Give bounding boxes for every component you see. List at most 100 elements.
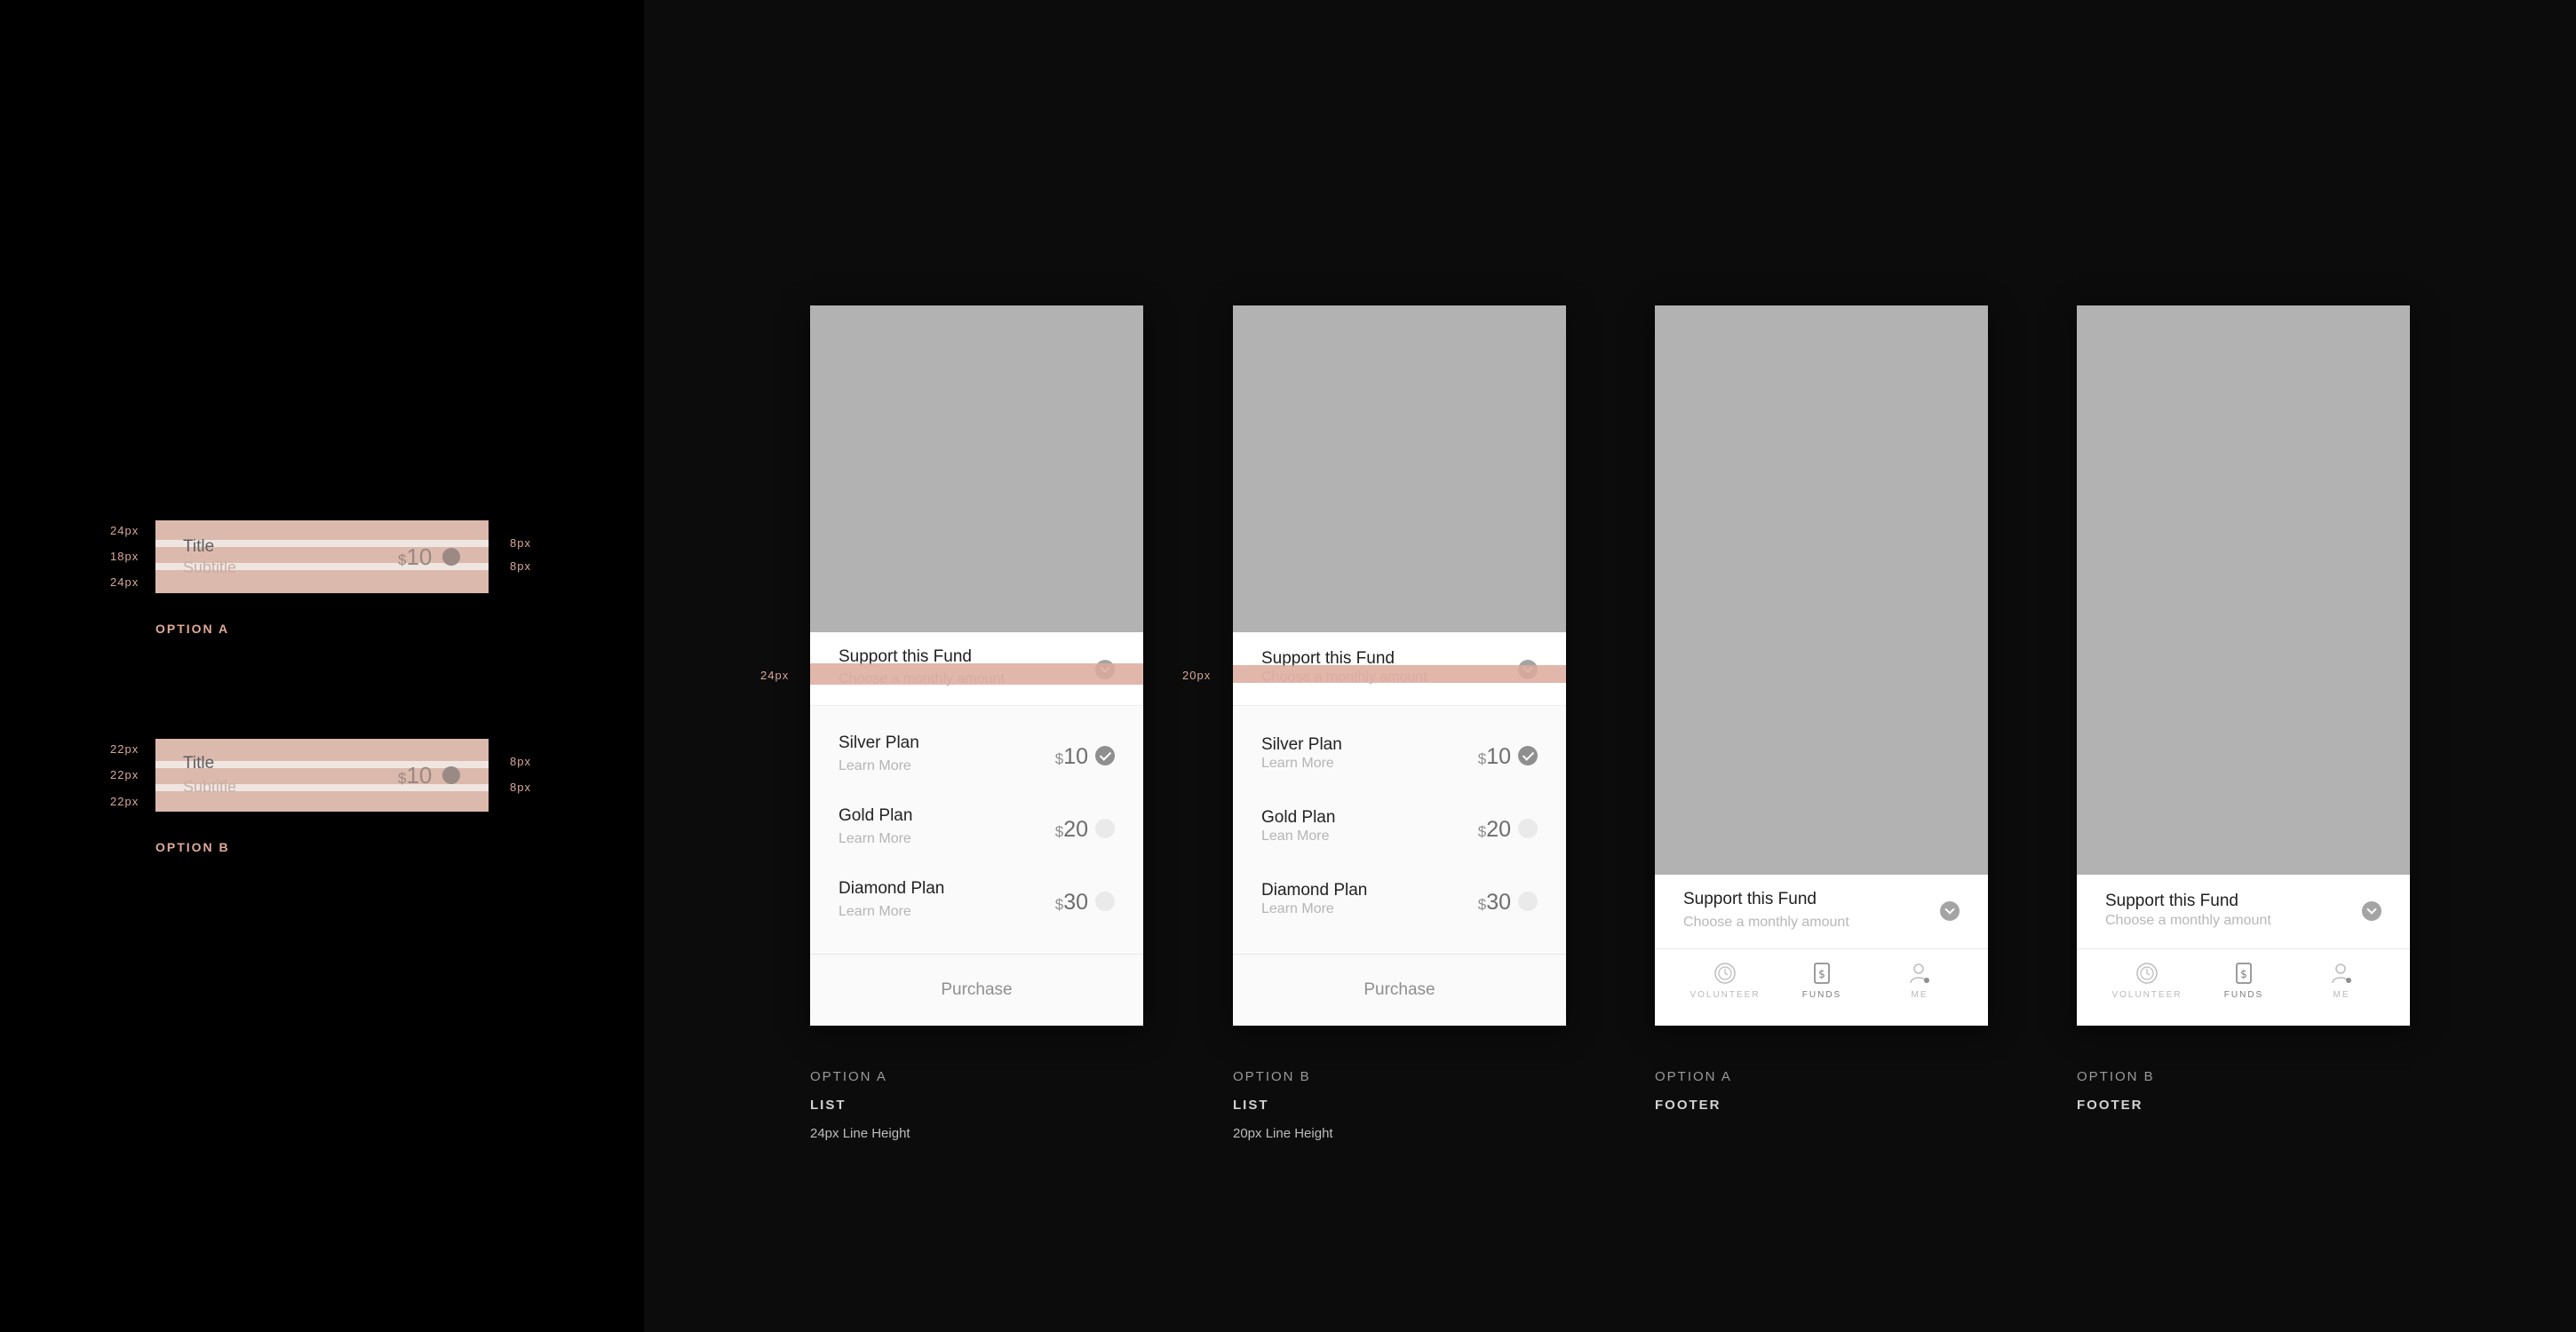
tab-funds[interactable]: $ FUNDS (2195, 962, 2293, 1000)
caption-option: OPTION A (810, 1069, 887, 1084)
spec-title: Title (183, 537, 215, 556)
tab-label: FUNDS (2223, 990, 2264, 1000)
person-icon (1908, 962, 1931, 985)
tab-me[interactable]: ME (2293, 962, 2390, 1000)
measure-right-top: 8px (510, 755, 531, 768)
fund-title: Support this Fund (2105, 892, 2238, 910)
fund-header[interactable]: Support this Fund Choose a monthly amoun… (2077, 875, 2410, 949)
plan-price: $10 (1477, 744, 1511, 769)
learn-more-link[interactable]: Learn More (839, 904, 911, 920)
fund-subtitle: Choose a monthly amount (1683, 915, 1849, 930)
caption-option: OPTION A (1655, 1069, 1732, 1084)
measure-top: 24px (110, 524, 139, 537)
chevron-down-icon[interactable] (2362, 901, 2381, 921)
measure-bottom: 24px (110, 575, 139, 589)
tab-label: FUNDS (1801, 990, 1842, 1000)
plan-name: Diamond Plan (839, 879, 945, 898)
caption-option: OPTION B (2077, 1069, 2155, 1084)
purchase-button[interactable]: Purchase (1233, 954, 1566, 1026)
tab-volunteer[interactable]: VOLUNTEER (2098, 962, 2196, 1000)
tab-funds[interactable]: $ FUNDS (1773, 962, 1871, 1000)
caption-type: FOOTER (2077, 1098, 2143, 1113)
learn-more-link[interactable]: Learn More (1261, 901, 1334, 917)
line-height-overlay (810, 663, 1143, 685)
radio-unselected[interactable] (1518, 892, 1538, 911)
plan-name: Silver Plan (839, 733, 919, 752)
spec-block (155, 739, 489, 812)
radio-unselected[interactable] (1095, 892, 1115, 911)
person-icon (2330, 962, 2353, 985)
clock-icon (2135, 962, 2159, 985)
plan-price: $10 (1054, 744, 1088, 769)
check-icon (442, 766, 460, 784)
phone-screen-option-a-list: Support this Fund Choose a monthly amoun… (810, 305, 1143, 1026)
phone-screen-option-b-footer: Support this Fund Choose a monthly amoun… (2077, 305, 2410, 1026)
line-height-marker: 20px (1182, 669, 1212, 682)
fund-subtitle: Choose a monthly amount (2105, 913, 2271, 928)
purchase-button[interactable]: Purchase (810, 954, 1143, 1026)
caption-option: OPTION B (1233, 1069, 1311, 1084)
line-height-marker: 24px (760, 669, 790, 682)
check-icon (442, 548, 460, 566)
option-label: OPTION A (155, 622, 230, 636)
spec-price: $10 (398, 543, 433, 570)
radio-unselected[interactable] (1518, 819, 1538, 838)
measure-middle: 22px (110, 768, 139, 781)
spec-subtitle: Subtitle (183, 778, 237, 796)
hero-image-placeholder (810, 305, 1143, 632)
svg-text:$: $ (2240, 968, 2247, 980)
plan-name: Gold Plan (1261, 808, 1336, 827)
tab-volunteer[interactable]: VOLUNTEER (1676, 962, 1774, 1000)
radio-selected[interactable] (1518, 746, 1538, 765)
plan-name: Diamond Plan (1261, 881, 1368, 900)
tab-bar: VOLUNTEER $ FUNDS ME (2077, 948, 2410, 1026)
measure-bottom: 22px (110, 795, 139, 808)
caption-note: 24px Line Height (810, 1126, 910, 1141)
fund-title: Support this Fund (1683, 890, 1817, 908)
tab-label: VOLUNTEER (2111, 990, 2182, 1000)
plan-price: $20 (1054, 817, 1088, 842)
tab-label: ME (2333, 990, 2350, 1000)
learn-more-link[interactable]: Learn More (839, 831, 911, 847)
tab-label: ME (1911, 990, 1928, 1000)
tab-me[interactable]: ME (1871, 962, 1968, 1000)
spec-block (155, 520, 489, 593)
measure-middle: 18px (110, 550, 139, 563)
measure-right-bottom: 8px (510, 559, 531, 573)
plan-price: $30 (1054, 890, 1088, 915)
spec-price: $10 (398, 762, 433, 789)
plan-name: Silver Plan (1261, 735, 1342, 754)
radio-selected[interactable] (1095, 746, 1115, 765)
line-height-overlay (1233, 665, 1566, 683)
measure-top: 22px (110, 742, 139, 756)
phone-screen-option-b-list: Support this Fund Choose a monthly amoun… (1233, 305, 1566, 1026)
learn-more-link[interactable]: Learn More (1261, 756, 1334, 772)
plan-price: $30 (1477, 890, 1511, 915)
caption-type: FOOTER (1655, 1098, 1721, 1113)
tab-bar: VOLUNTEER $ FUNDS ME (1655, 948, 1988, 1026)
chevron-down-icon[interactable] (1940, 901, 1960, 921)
phone-screen-option-a-footer: Support this Fund Choose a monthly amoun… (1655, 305, 1988, 1026)
plan-name: Gold Plan (839, 806, 913, 825)
measure-right-top: 8px (510, 536, 531, 550)
svg-text:$: $ (1818, 968, 1825, 980)
dollar-document-icon: $ (1810, 962, 1833, 985)
measure-right-bottom: 8px (510, 781, 531, 794)
caption-type: LIST (1233, 1098, 1269, 1113)
fund-header[interactable]: Support this Fund Choose a monthly amoun… (1655, 875, 1988, 949)
plan-price: $20 (1477, 817, 1511, 842)
radio-unselected[interactable] (1095, 819, 1115, 838)
learn-more-link[interactable]: Learn More (839, 758, 911, 774)
tab-label: VOLUNTEER (1690, 990, 1761, 1000)
hero-image-placeholder (1655, 305, 1988, 875)
learn-more-link[interactable]: Lean More (1261, 829, 1330, 844)
spec-title: Title (183, 754, 215, 773)
caption-type: LIST (810, 1098, 847, 1113)
clock-icon (1713, 962, 1737, 985)
spec-subtitle: Subtitle (183, 559, 237, 576)
hero-image-placeholder (1233, 305, 1566, 632)
caption-note: 20px Line Height (1233, 1126, 1333, 1141)
spec-pane: 24px 18px 24px Title Subtitle $10 8px 8p… (0, 0, 644, 1332)
option-label: OPTION B (155, 840, 230, 854)
dollar-document-icon: $ (2232, 962, 2255, 985)
